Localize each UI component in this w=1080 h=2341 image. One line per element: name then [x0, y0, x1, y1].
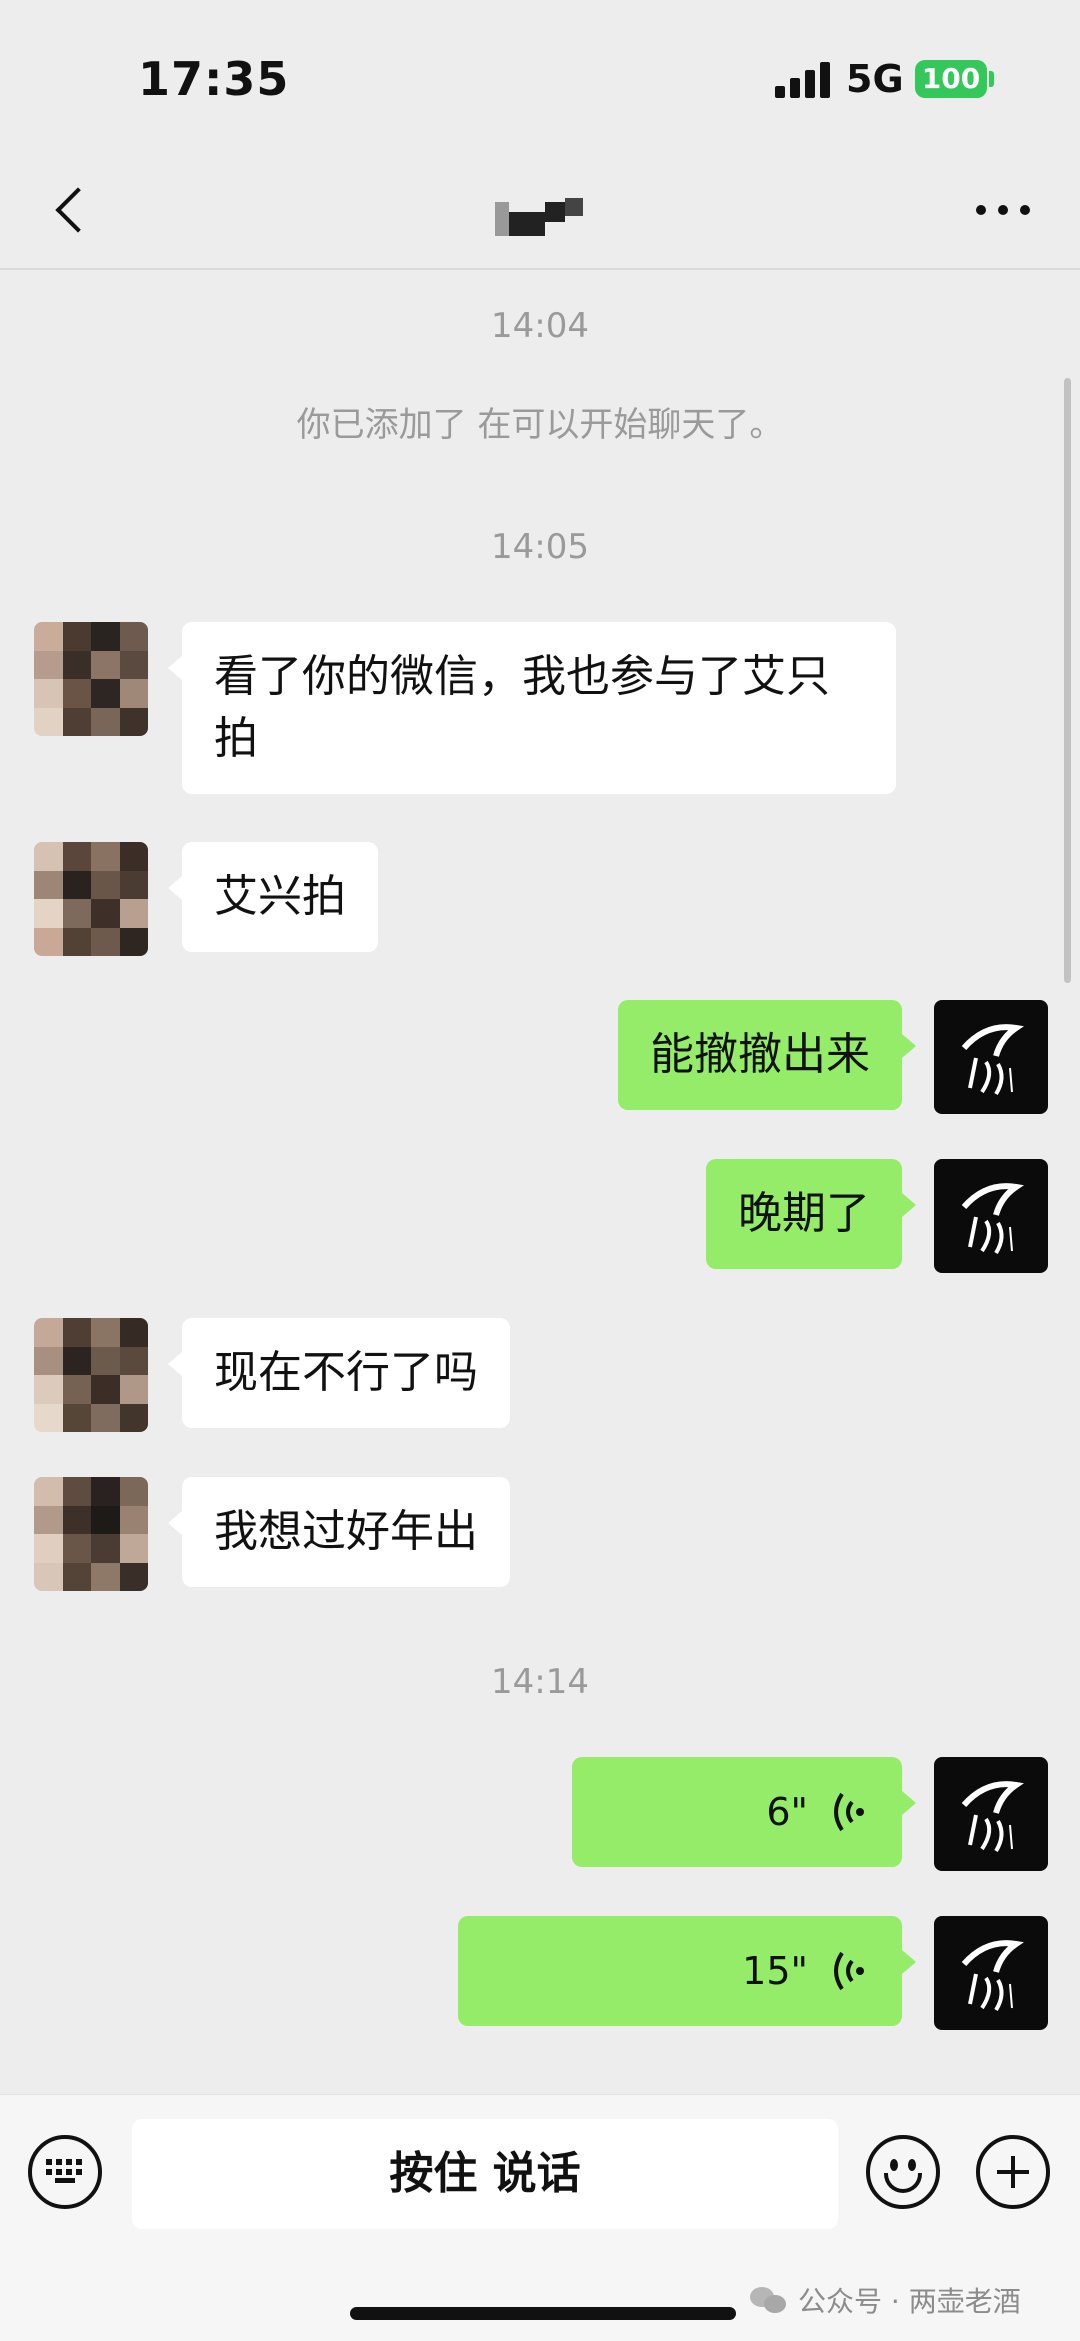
more-icon[interactable]: [976, 200, 1030, 220]
watermark: 公众号 · 两壶老酒: [750, 2280, 1021, 2320]
message-list[interactable]: 14:04 你已添加了 在可以开始聊天了。 14:05 看了你的微信，我也参与了…: [0, 272, 1080, 2094]
home-indicator[interactable]: [350, 2307, 736, 2320]
contact-avatar[interactable]: [34, 842, 148, 956]
voice-message-bubble[interactable]: 15": [458, 1916, 916, 2026]
hold-to-talk-button[interactable]: 按住 说话: [132, 2119, 838, 2229]
wechat-icon: [750, 2285, 788, 2315]
voice-message-bubble[interactable]: 6": [572, 1757, 916, 1867]
voice-duration: 15": [742, 1949, 808, 1993]
my-avatar[interactable]: [934, 1757, 1048, 1871]
signal-icon: [775, 62, 831, 98]
battery-icon: 100: [915, 60, 987, 98]
chat-header: [0, 150, 1080, 270]
message-bubble-incoming[interactable]: 我想过好年出: [168, 1477, 510, 1587]
contact-avatar[interactable]: [34, 1318, 148, 1432]
calligraphy-logo-icon: [961, 1183, 1024, 1255]
system-message: 你已添加了 在可以开始聊天了。: [296, 405, 784, 445]
timestamp: 14:04: [491, 306, 589, 346]
keyboard-icon[interactable]: [28, 2135, 102, 2209]
message-bubble-outgoing[interactable]: 能撤撤出来: [618, 1000, 916, 1110]
back-icon[interactable]: [40, 180, 100, 240]
network-type: 5G: [846, 57, 904, 101]
contact-avatar[interactable]: [34, 1477, 148, 1591]
voice-wave-icon: [834, 1951, 864, 1991]
calligraphy-logo-icon: [961, 1940, 1024, 2012]
calligraphy-logo-icon: [961, 1781, 1024, 1853]
my-avatar[interactable]: [934, 1000, 1048, 1114]
status-time: 17:35: [138, 52, 290, 106]
scrollbar[interactable]: [1064, 378, 1071, 983]
battery-tip: [989, 71, 994, 87]
status-bar: 17:35 5G 100: [0, 0, 1080, 150]
message-bubble-incoming[interactable]: 艾兴拍: [168, 842, 378, 952]
calligraphy-logo-icon: [961, 1024, 1024, 1096]
contact-name-redacted: [495, 198, 585, 240]
message-bubble-incoming[interactable]: 现在不行了吗: [168, 1318, 510, 1428]
timestamp: 14:14: [491, 1662, 589, 1702]
watermark-text: 公众号 · 两壶老酒: [798, 2285, 1021, 2318]
my-avatar[interactable]: [934, 1159, 1048, 1273]
message-bubble-incoming[interactable]: 看了你的微信，我也参与了艾只拍: [168, 622, 896, 794]
message-bubble-outgoing[interactable]: 晚期了: [706, 1159, 916, 1269]
emoji-icon[interactable]: [866, 2135, 940, 2209]
my-avatar[interactable]: [934, 1916, 1048, 2030]
voice-duration: 6": [766, 1790, 808, 1834]
voice-wave-icon: [834, 1792, 864, 1832]
plus-icon[interactable]: [976, 2135, 1050, 2209]
contact-avatar[interactable]: [34, 622, 148, 736]
timestamp: 14:05: [491, 527, 589, 567]
